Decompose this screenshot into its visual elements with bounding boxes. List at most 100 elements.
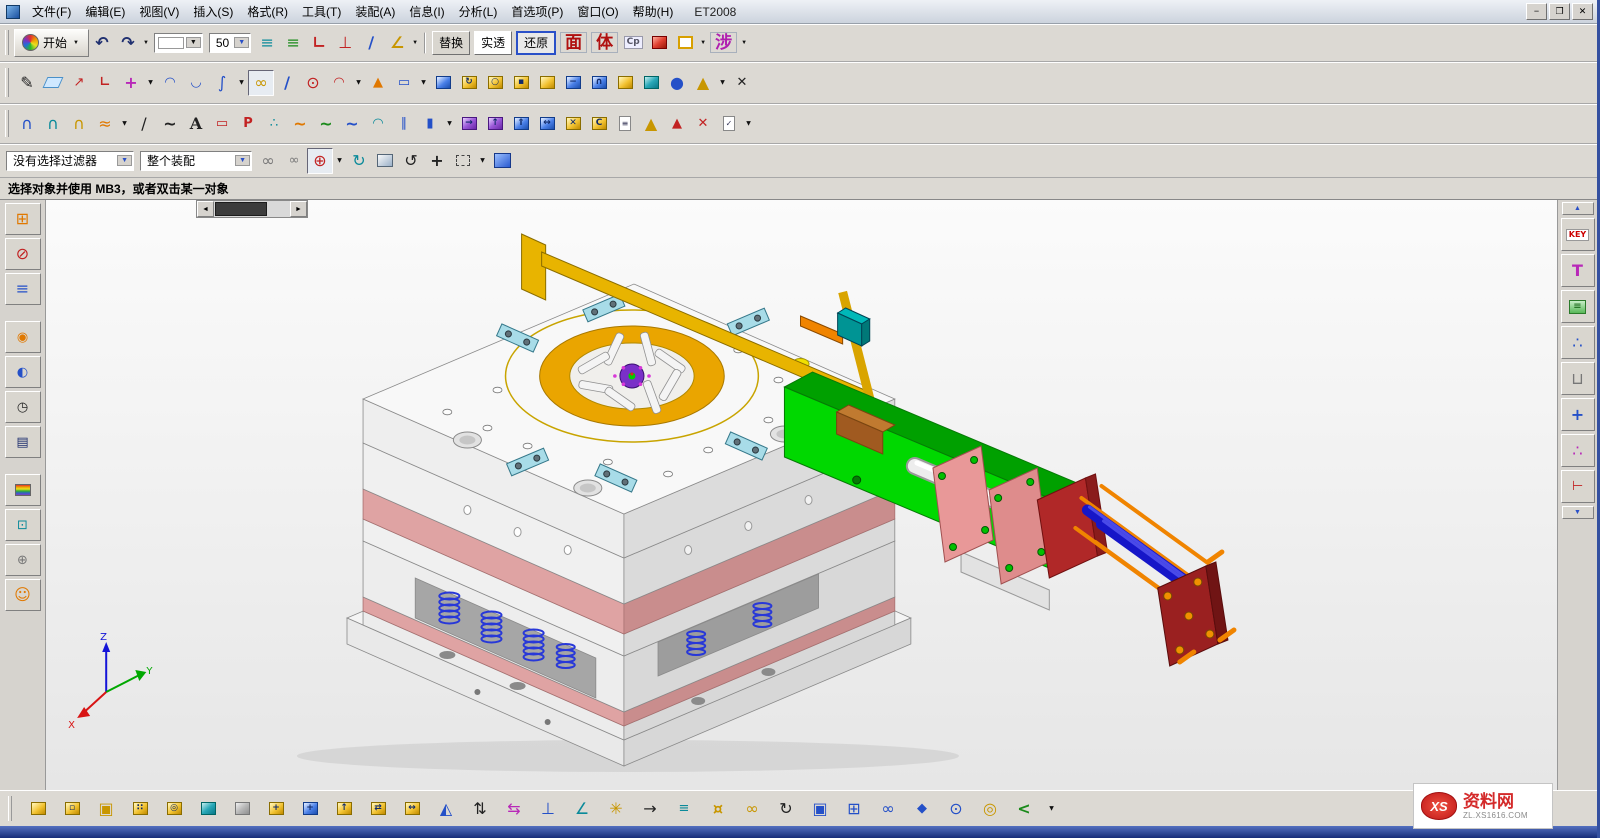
visualization-icon[interactable]	[5, 474, 41, 506]
ball-catch-icon[interactable]: ∴	[1561, 326, 1595, 359]
undo-button[interactable]: ↶	[89, 30, 115, 56]
history-icon[interactable]: ◷	[5, 391, 41, 423]
resize-face-icon[interactable]: ↔	[534, 111, 560, 137]
hole-icon[interactable]: ○	[482, 70, 508, 96]
assembly-sequence-icon[interactable]: →	[637, 796, 663, 822]
orient-view-icon[interactable]: ↻	[346, 148, 372, 174]
palette-scroll-up-button[interactable]: ▲	[1562, 202, 1594, 215]
part-navigator-icon[interactable]: ≡	[5, 273, 41, 305]
component-array-icon[interactable]: ∷	[127, 796, 153, 822]
wcs-orient-button[interactable]: ∟	[306, 30, 332, 56]
extrude-icon[interactable]	[430, 70, 456, 96]
sphere-icon[interactable]: ●	[664, 70, 690, 96]
sprue-bushing-icon[interactable]: ⊔	[1561, 362, 1595, 395]
interference-button[interactable]: 涉	[710, 32, 737, 53]
studio-spline-icon[interactable]: ~	[287, 111, 313, 137]
scroll-thumb[interactable]	[215, 202, 267, 216]
minimize-button[interactable]: −	[1526, 3, 1547, 20]
trim-body-icon[interactable]: ✕	[729, 70, 755, 96]
measure-more-button[interactable]: ▼	[412, 40, 418, 46]
work-layer-combo[interactable]: 50 ▼	[209, 33, 251, 53]
selection-scope-combo[interactable]: 整个装配 ▼	[140, 151, 252, 171]
menu-edit[interactable]: 编辑(E)	[78, 1, 132, 22]
assembly-settings-icon[interactable]: ¤	[705, 796, 731, 822]
interference-more-button[interactable]: ▼	[741, 40, 747, 46]
copy-component-icon[interactable]: ⊞	[841, 796, 867, 822]
ejector-set-icon[interactable]: ∴	[1561, 434, 1595, 467]
translucency-button[interactable]: 实透	[474, 31, 512, 55]
ruled-surface-icon[interactable]: ∩	[14, 111, 40, 137]
rotate-component-icon[interactable]: ↻	[773, 796, 799, 822]
copy-face-icon[interactable]: C	[586, 111, 612, 137]
menu-help[interactable]: 帮助(H)	[626, 1, 681, 22]
suppress-feature-icon[interactable]: ✕	[690, 111, 716, 137]
primitive-shapes-icon[interactable]: ▲	[365, 70, 391, 96]
align-component-icon[interactable]: ⇅	[467, 796, 493, 822]
layer-visible-button[interactable]: ≡	[280, 30, 306, 56]
layer-settings-button[interactable]: ≡	[254, 30, 280, 56]
swept-surface-icon[interactable]: ∩	[66, 111, 92, 137]
restore-shade-button[interactable]: 还原	[516, 31, 556, 55]
web-browser-icon[interactable]: ◐	[5, 356, 41, 388]
mirror-assembly-icon[interactable]: ◭	[433, 796, 459, 822]
redo-more-button[interactable]: ▼	[143, 40, 149, 46]
graphics-window[interactable]: ◄ ►	[46, 200, 1557, 790]
chain-curve-icon[interactable]: ∞	[248, 70, 274, 96]
display-style-combo[interactable]: ▼	[154, 33, 203, 53]
key-library-icon[interactable]: KEY	[1561, 218, 1595, 251]
menu-file[interactable]: 文件(F)	[25, 1, 78, 22]
slide-unit-icon[interactable]: ≡	[1561, 290, 1595, 323]
through-curves-icon[interactable]: ∩	[40, 111, 66, 137]
menu-window[interactable]: 窗口(O)	[570, 1, 625, 22]
fit-spline-icon[interactable]: ~	[313, 111, 339, 137]
cylinder-icon[interactable]	[638, 70, 664, 96]
wave-geometry-icon[interactable]: ⊙	[943, 796, 969, 822]
spline-icon[interactable]: ~	[157, 111, 183, 137]
delete-face-icon[interactable]: ✕	[560, 111, 586, 137]
measure-distance-button[interactable]: ∕	[358, 30, 384, 56]
pattern-face-icon[interactable]: ▲	[638, 111, 664, 137]
datum-plane-icon[interactable]	[40, 70, 66, 96]
more-curve[interactable]: ▼	[235, 70, 248, 96]
geometry-link-icon[interactable]: ∞	[281, 148, 307, 174]
menu-view[interactable]: 视图(V)	[132, 1, 186, 22]
component-icon[interactable]	[25, 796, 51, 822]
screw-unit-icon[interactable]: +	[1561, 398, 1595, 431]
mirror-feature-icon[interactable]: ▲	[664, 111, 690, 137]
replace-face-button[interactable]: 替换	[432, 31, 470, 55]
menu-insert[interactable]: 插入(S)	[186, 1, 240, 22]
more-surface[interactable]: ▼	[118, 111, 131, 137]
bridge-curve-icon[interactable]: ◠	[365, 111, 391, 137]
roles-icon[interactable]: ☺	[5, 579, 41, 611]
arc-icon[interactable]: ◠	[326, 70, 352, 96]
customize-icon[interactable]: ⊕	[5, 544, 41, 576]
reuse-library-icon[interactable]: ◉	[5, 321, 41, 353]
close-button[interactable]: ✕	[1572, 3, 1593, 20]
paste-face-icon[interactable]: ≡	[612, 111, 638, 137]
menu-information[interactable]: 信息(I)	[402, 1, 451, 22]
find-component-icon[interactable]: ◎	[161, 796, 187, 822]
copy-display-button[interactable]: Cp	[620, 30, 646, 56]
unite-icon[interactable]	[534, 70, 560, 96]
interpart-link-icon[interactable]: ∞	[255, 148, 281, 174]
sketch-icon[interactable]: ✎	[14, 70, 40, 96]
replace-component-icon[interactable]: ⇄	[365, 796, 391, 822]
explode-assembly-icon[interactable]: ✳	[603, 796, 629, 822]
interpart-links-icon[interactable]: ∞	[739, 796, 765, 822]
user-tools-icon[interactable]: ⊡	[5, 509, 41, 541]
measure-angle-button[interactable]: ∠	[384, 30, 410, 56]
pan-view-icon[interactable]: +	[424, 148, 450, 174]
scroll-left-button[interactable]: ◄	[197, 201, 214, 217]
wave-link-icon[interactable]: ∞	[875, 796, 901, 822]
shaded-display-icon[interactable]	[372, 148, 398, 174]
flow-spline-icon[interactable]: ~	[339, 111, 365, 137]
menu-format[interactable]: 格式(R)	[240, 1, 295, 22]
body-analysis-button[interactable]: 体	[591, 32, 618, 53]
start-button[interactable]: 开始 ▼	[14, 29, 89, 57]
product-interface-icon[interactable]: ◎	[977, 796, 1003, 822]
basic-line-icon[interactable]: /	[131, 111, 157, 137]
new-component-icon[interactable]: +	[297, 796, 323, 822]
wave-mode-icon[interactable]: ◆	[909, 796, 935, 822]
freeform-surface-icon[interactable]: ≈	[92, 111, 118, 137]
more-basic-curve[interactable]: ▼	[352, 70, 365, 96]
